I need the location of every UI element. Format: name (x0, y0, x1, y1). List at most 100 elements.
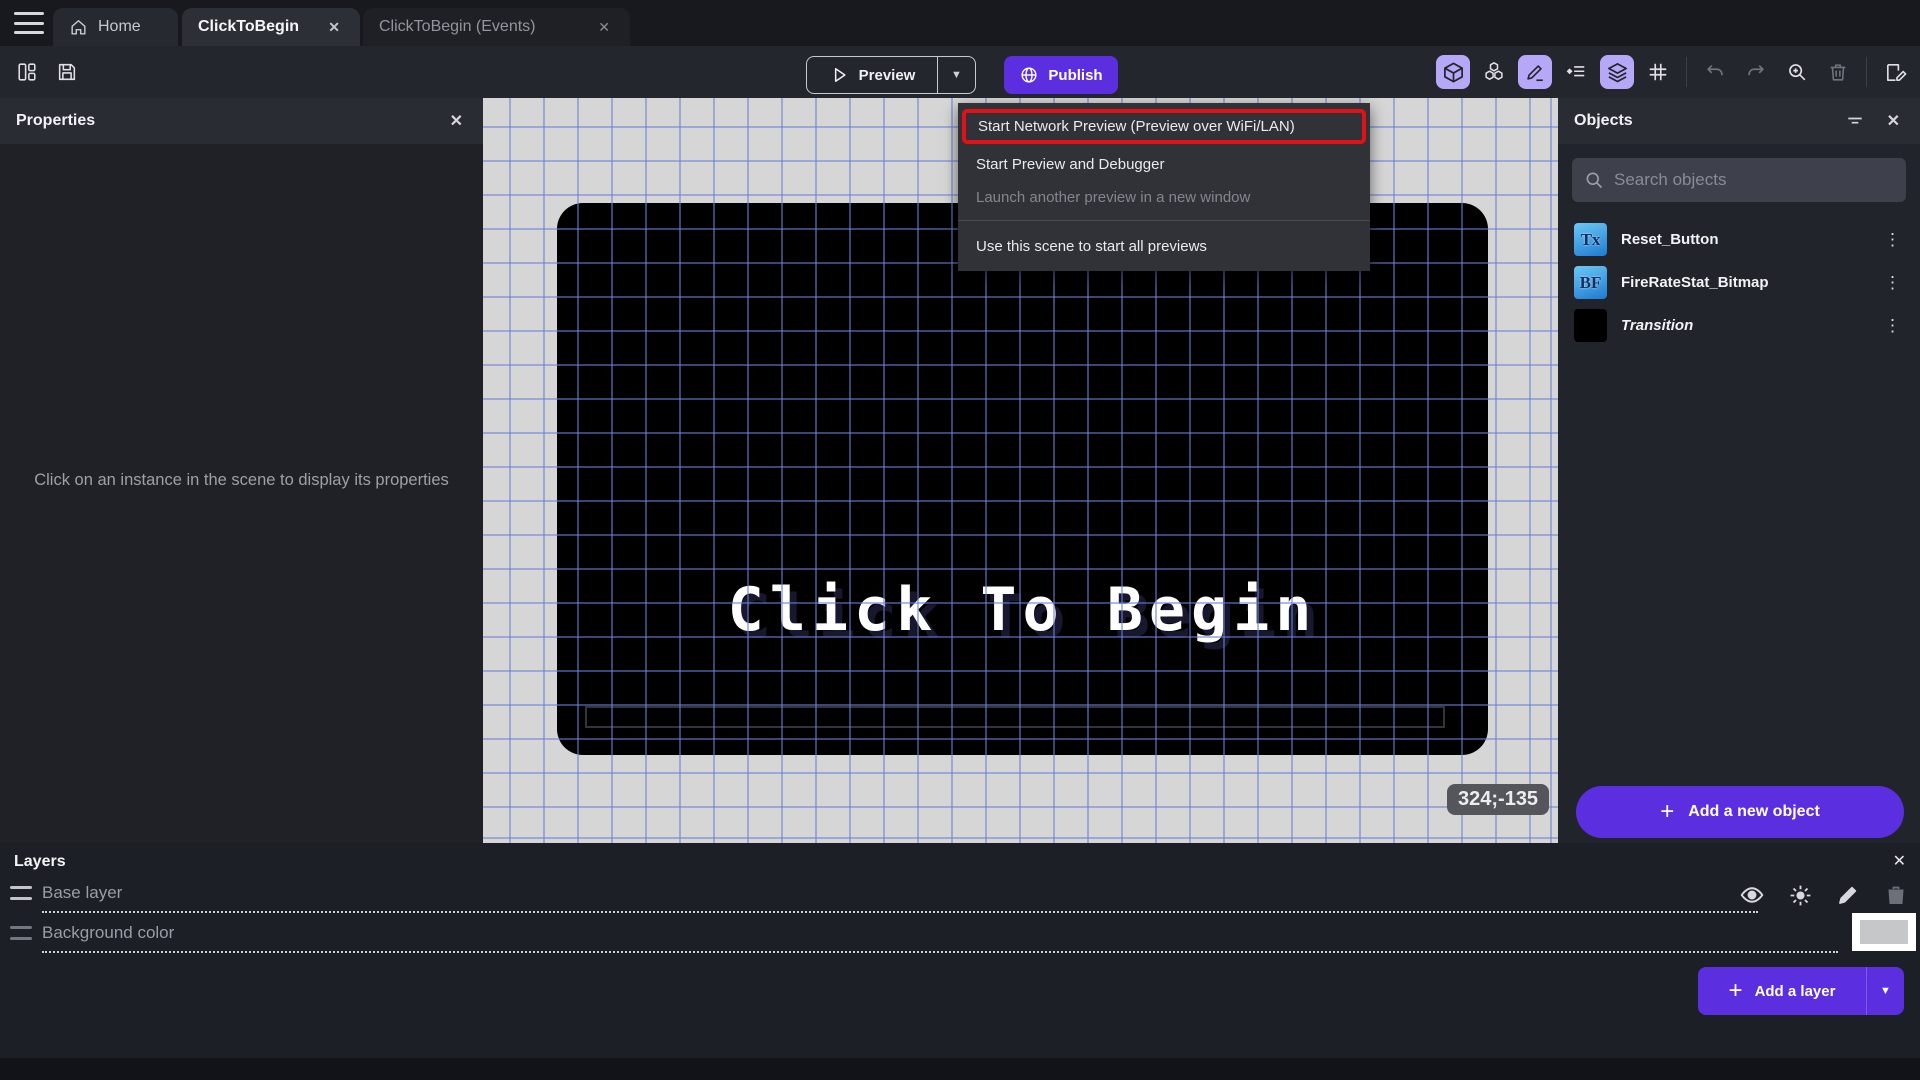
toggle-instances-panel-button[interactable] (1477, 55, 1511, 89)
layer-name[interactable]: Base layer (42, 883, 122, 903)
add-layer-button[interactable]: + Add a layer (1698, 967, 1866, 1015)
text-object-icon: Tx (1574, 223, 1607, 256)
toggle-layers-panel-button[interactable] (1600, 55, 1634, 89)
home-icon (71, 19, 86, 35)
main-menu-icon[interactable] (14, 12, 44, 34)
layer-row-base-layer[interactable]: Base layer (0, 875, 1920, 915)
add-layer-label: Add a layer (1754, 982, 1836, 1000)
menu-item-start-network-preview[interactable]: Start Network Preview (Preview over WiFi… (962, 109, 1366, 144)
tab-close-icon[interactable]: ✕ (324, 17, 344, 38)
redo-button[interactable] (1739, 55, 1773, 89)
layers-title: Layers (14, 853, 66, 870)
stacked-cubes-icon (1485, 62, 1503, 80)
object-menu-icon[interactable]: ⋮ (1878, 314, 1908, 338)
top-bar: Home ClickToBegin ✕ ClickToBegin (Events… (0, 0, 1920, 46)
layer-effects-button[interactable] (1784, 879, 1816, 911)
object-menu-icon[interactable]: ⋮ (1878, 271, 1908, 295)
tab-home[interactable]: Home (53, 8, 178, 46)
color-swatch-value (1860, 920, 1908, 944)
gdevelop-editor-window: Home ClickToBegin ✕ ClickToBegin (Events… (0, 0, 1920, 1080)
object-search-box[interactable] (1572, 158, 1906, 202)
toolbar-divider (1686, 57, 1687, 87)
toolbar-right-group (1436, 55, 1912, 89)
layer-delete-button[interactable] (1880, 879, 1912, 911)
edit-document-icon (1886, 63, 1906, 81)
scene-background-rect[interactable]: Click To Begin (557, 203, 1488, 755)
toolbar-divider (1866, 57, 1867, 87)
grid-icon (1649, 63, 1667, 81)
toggle-properties-panel-button[interactable] (1518, 55, 1552, 89)
object-name: FireRateStat_Bitmap (1621, 274, 1769, 291)
scene-canvas[interactable]: Click To Begin 324;-135 Start Network Pr… (483, 98, 1558, 843)
publish-button[interactable]: Publish (1004, 56, 1118, 94)
cube-icon (1443, 62, 1463, 82)
object-row-reset-button[interactable]: Tx Reset_Button ⋮ (1558, 218, 1920, 261)
trash-icon (1830, 64, 1846, 81)
save-icon (58, 63, 76, 81)
search-input[interactable] (1614, 170, 1894, 190)
diamond-list-icon (1566, 66, 1585, 77)
tab-close-icon[interactable]: ✕ (594, 17, 614, 38)
tab-label: Home (98, 18, 141, 35)
menu-item-use-scene-start-previews[interactable]: Use this scene to start all previews (958, 227, 1370, 265)
project-manager-button[interactable] (10, 55, 44, 89)
background-color-swatch[interactable] (1852, 913, 1916, 951)
tab-label: ClickToBegin (198, 18, 300, 35)
layer-name[interactable]: Background color (42, 923, 174, 943)
edit-scene-properties-button[interactable] (1878, 55, 1912, 89)
instances-list-button[interactable] (1559, 55, 1593, 89)
layer-name-underline (42, 911, 1758, 913)
save-button[interactable] (50, 55, 84, 89)
close-icon[interactable]: ✕ (1883, 109, 1904, 133)
chevron-down-icon: ▼ (1880, 985, 1891, 997)
toolbar: Preview ▼ Publish (0, 46, 1920, 98)
object-menu-icon[interactable]: ⋮ (1878, 228, 1908, 252)
bottom-strip (0, 1058, 1920, 1080)
pencil-icon (1527, 65, 1543, 82)
scene-title-text[interactable]: Click To Begin (557, 575, 1488, 645)
close-icon[interactable]: ✕ (446, 109, 467, 133)
bitmap-font-object-icon: BF (1574, 266, 1607, 299)
layer-row-background-color[interactable]: Background color (0, 913, 1920, 955)
object-name: Reset_Button (1621, 231, 1719, 248)
cursor-coordinates-badge: 324;-135 (1447, 784, 1550, 815)
tab-scene-clicktobegin[interactable]: ClickToBegin ✕ (182, 8, 360, 46)
trash-icon (1888, 886, 1904, 904)
zoom-in-button[interactable] (1780, 55, 1814, 89)
undo-button[interactable] (1698, 55, 1732, 89)
tab-label: ClickToBegin (Events) (379, 18, 536, 35)
tab-events-clicktobegin[interactable]: ClickToBegin (Events) ✕ (363, 8, 630, 46)
toggle-grid-button[interactable] (1641, 55, 1675, 89)
object-row-transition[interactable]: Transition ⋮ (1558, 304, 1920, 347)
redo-icon (1748, 64, 1764, 76)
menu-divider (958, 220, 1370, 221)
preview-options-toggle[interactable]: ▼ (937, 57, 975, 93)
add-new-object-button[interactable]: + Add a new object (1576, 786, 1904, 838)
close-icon[interactable]: ✕ (1893, 851, 1906, 871)
properties-title: Properties (16, 112, 96, 129)
drag-handle-icon[interactable] (10, 926, 32, 940)
add-layer-split-button: + Add a layer ▼ (1698, 967, 1904, 1015)
chevron-down-icon: ▼ (951, 69, 962, 81)
toolbar-left-group (10, 55, 84, 89)
layer-name-underline (42, 951, 1838, 953)
plus-icon: + (1728, 977, 1743, 1004)
layer-edit-button[interactable] (1832, 879, 1864, 911)
objects-panel: Objects ✕ Tx Reset_Button ⋮ BF FireRateS… (1558, 98, 1920, 843)
properties-panel: Properties ✕ Click on an instance in the… (0, 98, 483, 843)
layer-visibility-button[interactable] (1736, 879, 1768, 911)
plus-icon: + (1660, 798, 1675, 825)
pencil-icon (1839, 886, 1857, 904)
layers-icon (1607, 62, 1627, 82)
instance-outline[interactable] (585, 706, 1445, 728)
zoom-in-icon (1789, 64, 1806, 81)
menu-item-start-preview-debugger[interactable]: Start Preview and Debugger (958, 148, 1370, 181)
object-row-fireratestat-bitmap[interactable]: BF FireRateStat_Bitmap ⋮ (1558, 261, 1920, 304)
add-layer-options-toggle[interactable]: ▼ (1866, 967, 1904, 1015)
toggle-objects-panel-button[interactable] (1436, 55, 1470, 89)
preview-button[interactable]: Preview (807, 57, 937, 93)
delete-button[interactable] (1821, 55, 1855, 89)
filter-icon[interactable] (1845, 111, 1865, 131)
layers-panel: Layers ✕ Base layer Background color + A… (0, 843, 1920, 1080)
drag-handle-icon[interactable] (10, 886, 32, 900)
